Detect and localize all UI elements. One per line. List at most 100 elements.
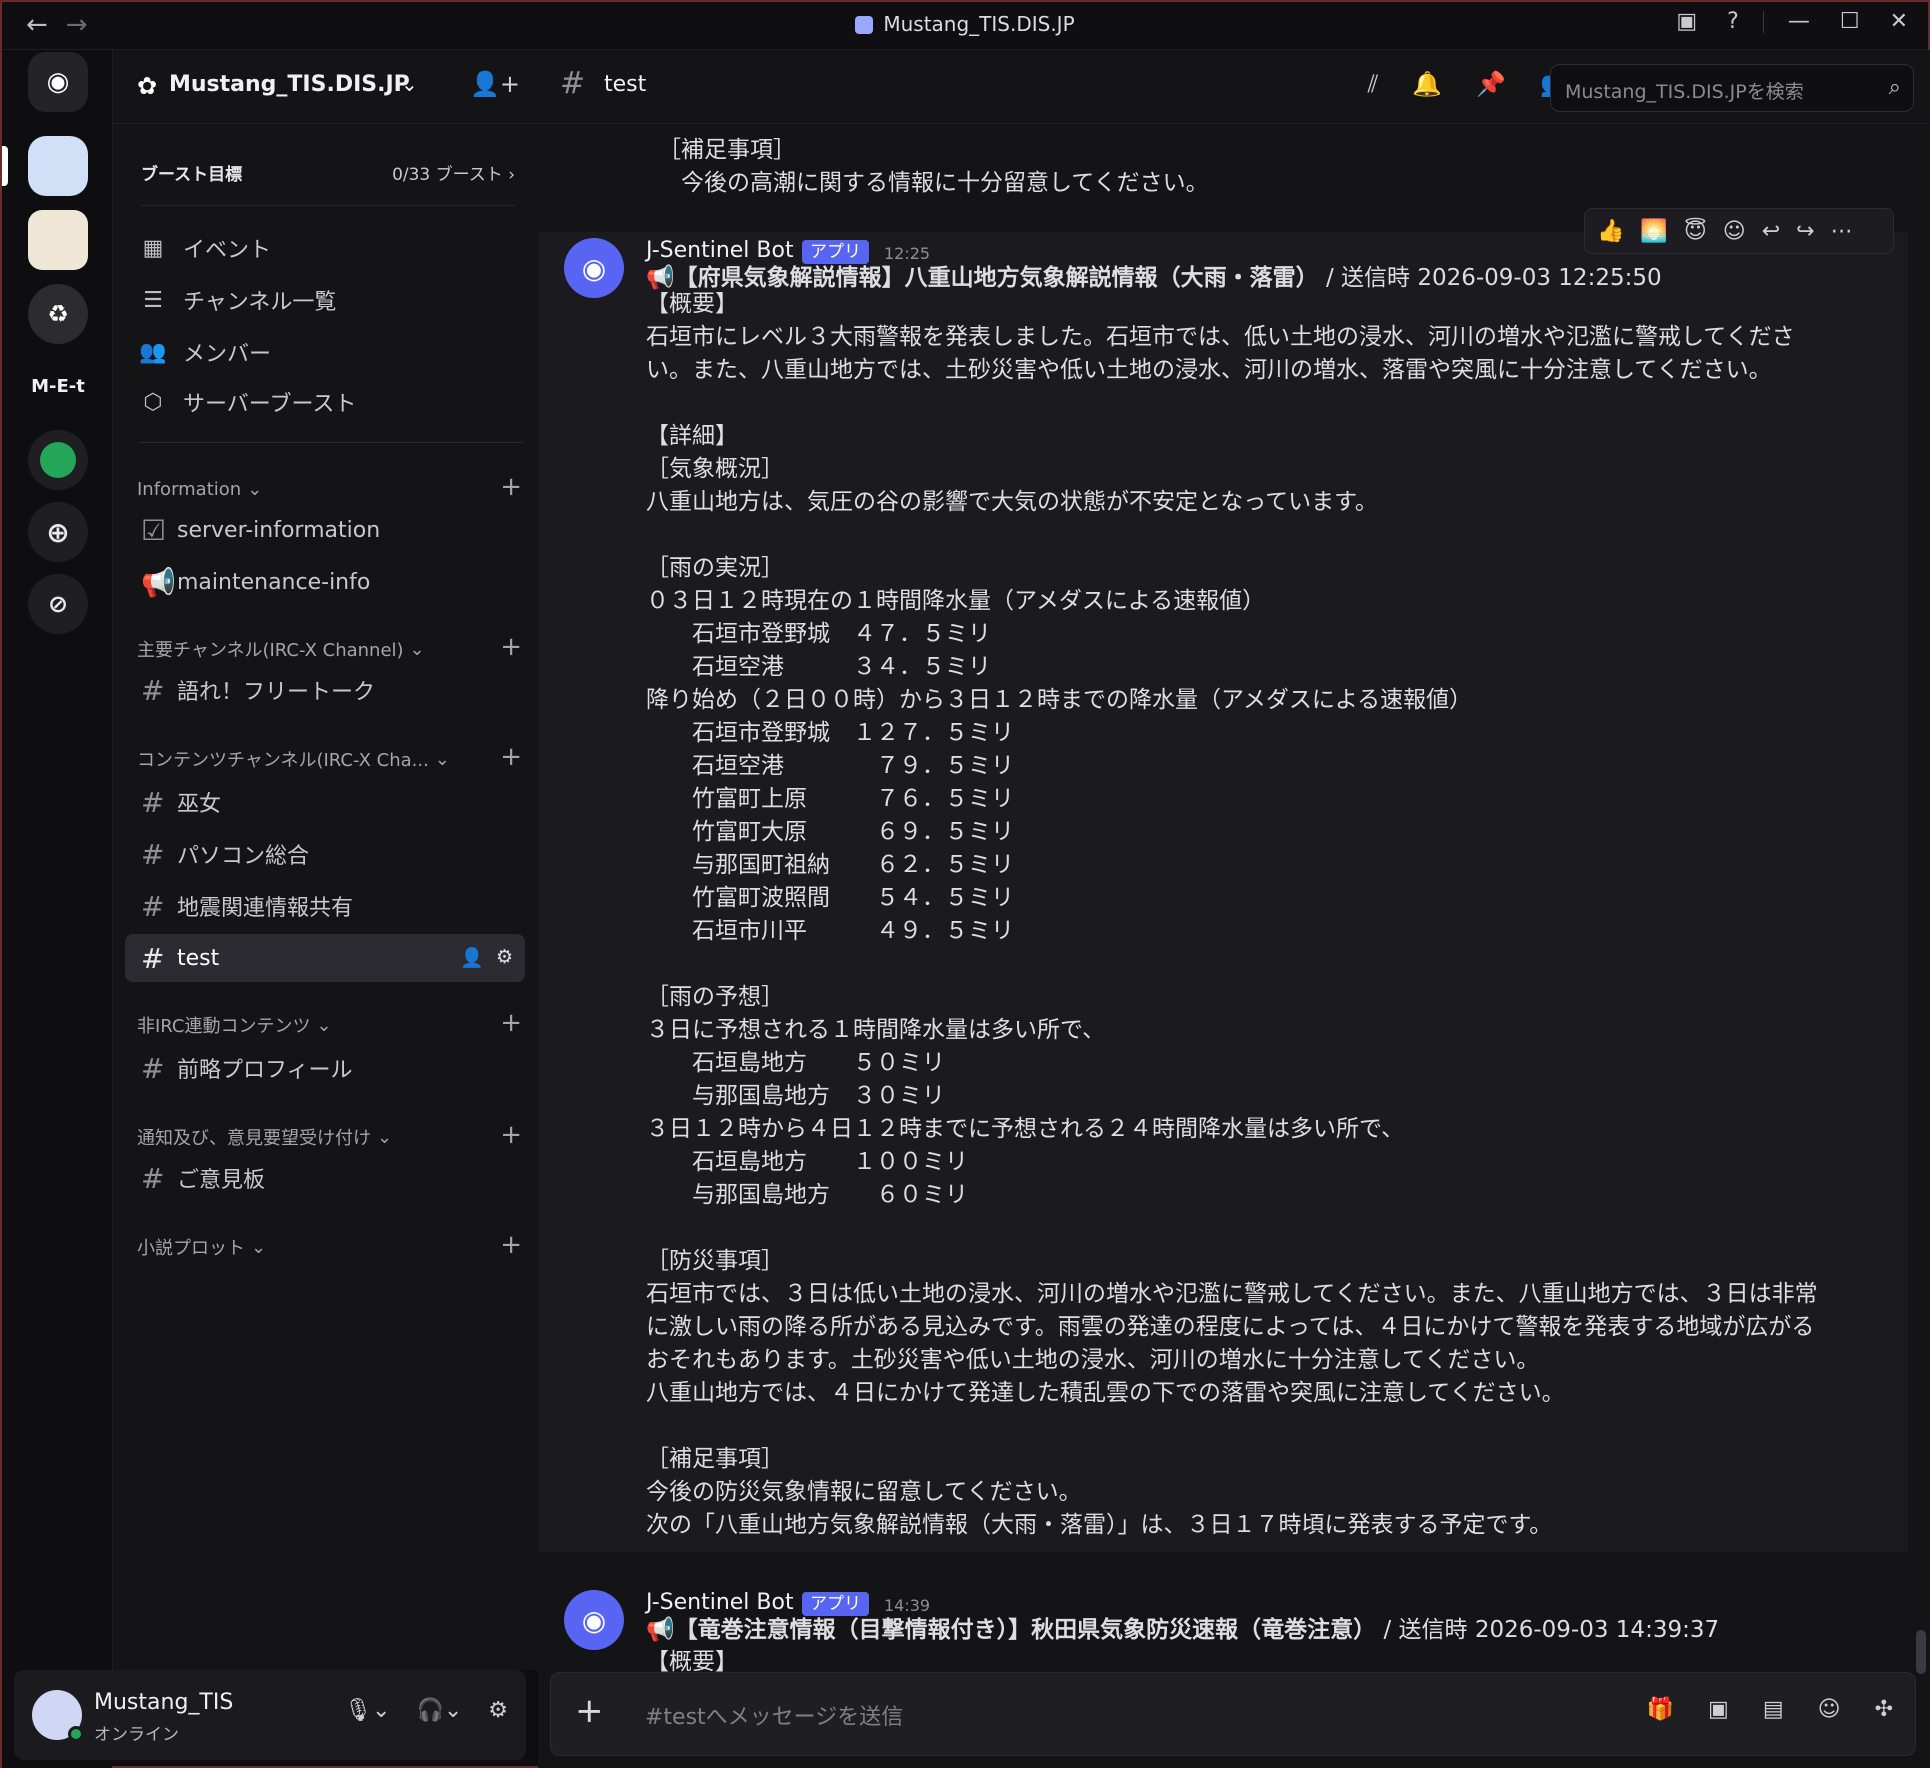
message-time: 12:25 <box>884 244 931 263</box>
threads-icon[interactable]: ⫽ <box>1368 70 1379 98</box>
bell-icon[interactable]: 🔔 <box>1412 70 1442 98</box>
message-line: 【概要】 <box>646 1649 738 1674</box>
add-channel-icon[interactable]: + <box>500 1120 522 1150</box>
category-information[interactable]: Information ⌄ + <box>137 472 522 504</box>
reply-icon[interactable]: ↩ <box>1762 219 1780 244</box>
help-icon[interactable]: ? <box>1727 9 1739 34</box>
gif-icon[interactable]: ▣ <box>1708 1697 1729 1722</box>
chevron-down-icon[interactable]: ⌄ <box>401 72 418 96</box>
channel-maintenance-info[interactable]: 📢 maintenance-info <box>125 558 525 606</box>
gift-icon[interactable]: 🎁 <box>1647 1697 1674 1722</box>
add-channel-icon[interactable]: + <box>500 1008 522 1038</box>
add-channel-icon[interactable]: + <box>500 632 522 662</box>
category-feedback[interactable]: 通知及び、意見要望受け付け ⌄ + <box>137 1120 522 1152</box>
server-icon-heartbeat[interactable]: ♻ <box>28 284 88 344</box>
message-line: に激しい雨の降る所がある見込みです。雨雲の発達の程度によっては、４日にかけて警報… <box>646 1314 1815 1340</box>
active-pill <box>2 146 8 186</box>
message-author[interactable]: J-Sentinel Bot <box>646 1590 794 1615</box>
message-line: ［防災事項］ <box>646 1248 784 1274</box>
reaction-halo-icon[interactable]: 😇 <box>1684 219 1707 244</box>
hash-icon: # <box>141 941 165 975</box>
pin-icon[interactable]: 📌 <box>1476 70 1506 98</box>
invite-icon[interactable]: 👤+ <box>470 70 520 98</box>
menu-item-events[interactable]: ▦ イベント <box>139 226 271 270</box>
channel-profile[interactable]: # 前略プロフィール <box>125 1044 525 1092</box>
add-channel-icon[interactable]: + <box>500 1230 522 1260</box>
minimize-icon[interactable]: — <box>1788 9 1810 34</box>
server-name[interactable]: Mustang_TIS.DIS.JP <box>169 72 410 97</box>
add-server-icon[interactable]: ⊕ <box>28 502 88 562</box>
server-badge-icon: ✿ <box>137 72 158 100</box>
reaction-sunrise-icon[interactable]: 🌅 <box>1640 219 1667 244</box>
message-author[interactable]: J-Sentinel Bot <box>646 238 794 263</box>
hash-icon: # <box>141 889 165 923</box>
category-main[interactable]: 主要チャンネル(IRC-X Channel) ⌄ + <box>137 632 522 664</box>
category-novel[interactable]: 小説プロット ⌄ + <box>137 1230 522 1262</box>
title-bar: ← → Mustang_TIS.DIS.JP ▣ ? — ☐ ✕ <box>2 2 1928 50</box>
message-line: 八重山地方は、気圧の谷の影響で大気の状態が不安定となっています。 <box>646 489 1378 515</box>
message-line: 次の「八重山地方気象解説情報（大雨・落雷）」は、３日１７時頃に発表する予定です。 <box>646 1512 1553 1538</box>
server-icon-core2[interactable] <box>2 136 88 196</box>
user-status: オンライン <box>94 1725 179 1745</box>
bot-avatar[interactable]: ◉ <box>564 1590 624 1650</box>
apps-icon[interactable]: ✣ <box>1875 1697 1893 1722</box>
headphones-icon[interactable]: 🎧⌄ <box>416 1698 462 1723</box>
window-controls: ▣ ? — ☐ ✕ <box>1676 9 1908 34</box>
message-line: ３日に予想される１時間降水量は多い所で、 <box>646 1017 1106 1043</box>
category-contents[interactable]: コンテンツチャンネル(IRC-X Cha... ⌄ + <box>137 742 522 774</box>
avatar[interactable] <box>32 1690 84 1742</box>
server-header[interactable]: ✿ Mustang_TIS.DIS.JP ⌄ 👤+ <box>113 50 538 124</box>
channel-miko[interactable]: # 巫女 <box>125 778 525 826</box>
channel-test[interactable]: # test 👤 ⚙ <box>125 934 525 982</box>
server-icon-met[interactable]: M-E-t <box>28 356 88 416</box>
search-input[interactable]: Mustang_TIS.DIS.JPを検索 ⌕ <box>1550 64 1914 112</box>
main-area: # test ⫽ 🔔 📌 👥 Mustang_TIS.DIS.JPを検索 ⌕ ［… <box>538 50 1930 1768</box>
channel-pc[interactable]: # パソコン総合 <box>125 830 525 878</box>
server-icon-green[interactable] <box>28 430 88 490</box>
menu-item-channel-list[interactable]: ☰ チャンネル一覧 <box>139 278 336 322</box>
username[interactable]: Mustang_TIS <box>94 1690 233 1715</box>
inbox-icon[interactable]: ▣ <box>1676 9 1697 34</box>
maximize-icon[interactable]: ☐ <box>1840 9 1860 34</box>
add-reaction-icon[interactable]: ☺ <box>1723 219 1746 244</box>
discord-home-icon[interactable]: ◉ <box>28 52 88 112</box>
bot-avatar[interactable]: ◉ <box>564 238 624 298</box>
menu-item-server-boost[interactable]: ⬡ サーバーブースト <box>139 380 356 424</box>
message-line: 石垣空港 ３４．５ミリ <box>646 654 991 680</box>
gear-icon[interactable]: ⚙ <box>488 1698 508 1723</box>
channel-list-icon: ☰ <box>143 287 163 313</box>
message-line: 石垣市登野城 ４７．５ミリ <box>646 621 991 647</box>
add-channel-icon[interactable]: + <box>500 742 522 772</box>
sticker-icon[interactable]: ▤ <box>1763 1697 1784 1722</box>
add-attachment-icon[interactable]: + <box>575 1691 604 1731</box>
channel-free-talk[interactable]: # 語れ！フリートーク <box>125 666 525 714</box>
boost-goal[interactable]: ブースト目標 0/33 ブースト › <box>141 154 515 206</box>
add-channel-icon[interactable]: + <box>500 472 522 502</box>
message-line: 降り始め（２日００時）から３日１２時までの降水量（アメダスによる速報値） <box>646 687 1473 713</box>
forward-icon[interactable]: ↪ <box>1796 219 1814 244</box>
channel-server-information[interactable]: ☑ server-information <box>125 506 525 554</box>
invite-member-icon[interactable]: 👤 <box>460 946 484 969</box>
hash-icon: # <box>141 1051 165 1085</box>
message-composer[interactable]: + #testへメッセージを送信 🎁 ▣ ▤ ☺ ✣ <box>550 1672 1916 1756</box>
message-input[interactable]: #testへメッセージを送信 <box>645 1699 903 1731</box>
menu-item-members[interactable]: 👥 メンバー <box>139 330 271 374</box>
message-line: 竹富町波照間 ５４．５ミリ <box>646 885 1014 911</box>
server-icon-monkey[interactable] <box>28 210 88 270</box>
close-icon[interactable]: ✕ <box>1890 9 1908 34</box>
message-line: 【概要】 <box>646 291 738 317</box>
emoji-icon[interactable]: ☺ <box>1818 1697 1841 1722</box>
message-line: 石垣島地方 ５０ミリ <box>646 1050 945 1076</box>
channel-earthquake[interactable]: # 地震関連情報共有 <box>125 882 525 930</box>
reaction-thumbsup-icon[interactable]: 👍 <box>1597 219 1624 244</box>
more-icon[interactable]: ⋯ <box>1831 219 1853 244</box>
gear-icon[interactable]: ⚙ <box>496 946 513 969</box>
microphone-icon[interactable]: 🎙⌄ <box>344 1698 390 1723</box>
channel-feedback-board[interactable]: # ご意見板 <box>125 1154 525 1202</box>
app-badge: アプリ <box>802 240 869 264</box>
hash-icon: # <box>141 785 165 819</box>
scrollbar[interactable] <box>1916 1630 1926 1674</box>
message-line: ３日１２時から４日１２時までに予想される２４時間降水量は多い所で、 <box>646 1116 1405 1142</box>
explore-icon[interactable]: ⊘ <box>28 574 88 634</box>
category-non-irc[interactable]: 非IRC連動コンテンツ ⌄ + <box>137 1008 522 1040</box>
